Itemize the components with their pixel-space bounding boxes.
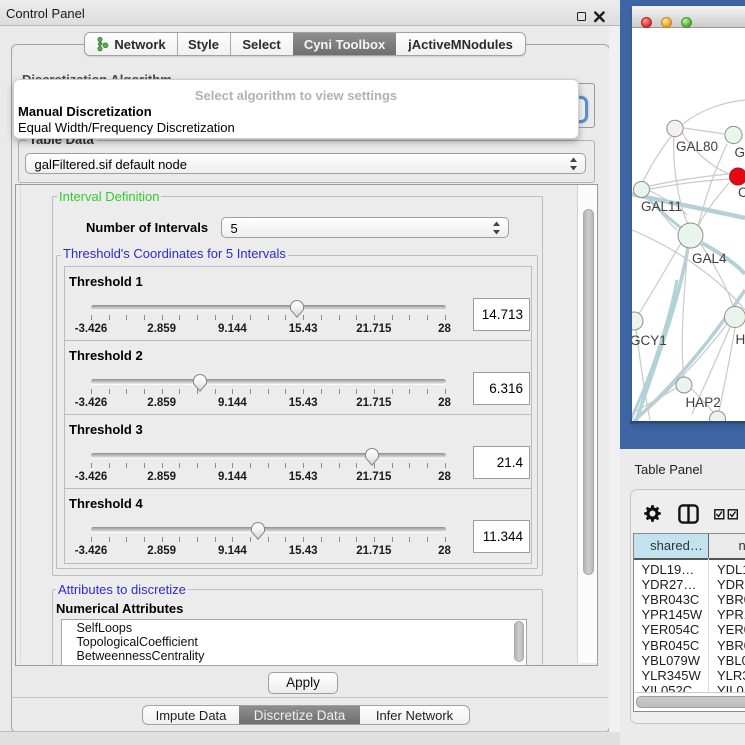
svg-text:GA: GA bbox=[735, 145, 745, 160]
svg-text:GAL80: GAL80 bbox=[676, 139, 718, 154]
svg-text:GAL4: GAL4 bbox=[692, 251, 727, 266]
svg-text:HAP2: HAP2 bbox=[686, 395, 721, 410]
svg-text:GAL11: GAL11 bbox=[641, 199, 682, 214]
svg-text:H: H bbox=[736, 332, 745, 347]
svg-text:GCY1: GCY1 bbox=[632, 333, 667, 348]
svg-text:C: C bbox=[738, 185, 745, 200]
